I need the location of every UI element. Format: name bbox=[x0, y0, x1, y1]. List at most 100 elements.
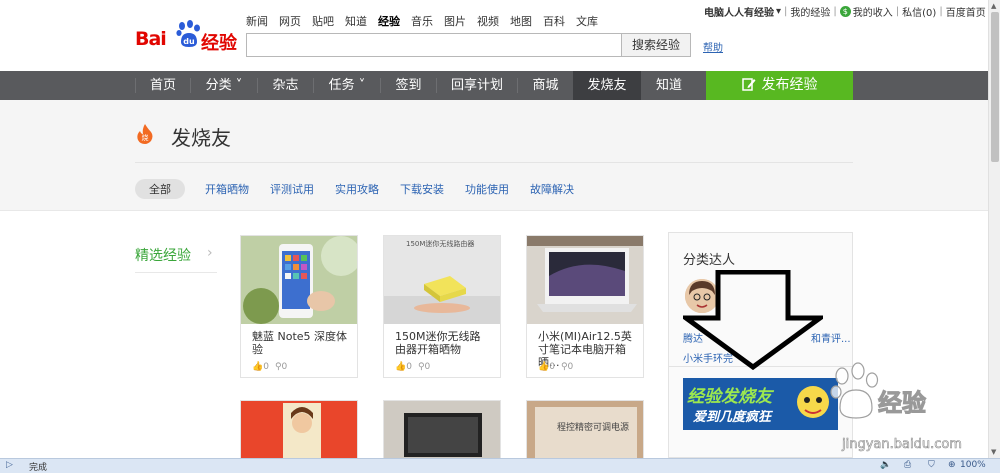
share-count: 0 bbox=[567, 362, 574, 372]
title-area: 烧 发烧友 全部 开箱晒物 评测试用 实用攻略 下载安装 功能使用 故障解决 bbox=[0, 100, 988, 211]
topnav-web[interactable]: 网页 bbox=[279, 13, 301, 29]
separator: | bbox=[833, 6, 837, 17]
card-image-caption: 程控精密可调电源 bbox=[557, 423, 630, 433]
like-icon[interactable]: 👍0 bbox=[395, 362, 412, 372]
coin-icon: $ bbox=[839, 6, 851, 17]
edit-icon bbox=[741, 78, 755, 91]
like-count: 0 bbox=[263, 362, 269, 372]
share-icon[interactable]: ⚲0 bbox=[275, 362, 287, 372]
share-icon[interactable]: ⚲0 bbox=[418, 362, 430, 372]
nav-zhidao[interactable]: 知道 bbox=[641, 71, 697, 100]
my-income-link[interactable]: 我的收入 bbox=[853, 4, 893, 19]
topnav-images[interactable]: 图片 bbox=[444, 13, 466, 29]
like-icon[interactable]: 👍0 bbox=[538, 362, 555, 372]
card-title[interactable]: 魅蓝 Note5 深度体验 bbox=[252, 330, 348, 356]
username-link[interactable]: 电脑人人有经验 bbox=[704, 4, 774, 19]
fire-icon: 烧 bbox=[137, 124, 153, 144]
zoom-icon[interactable]: ⊕ bbox=[948, 460, 956, 470]
filter-review[interactable]: 评测试用 bbox=[270, 181, 314, 197]
baidu-jingyan-logo[interactable]: Bai du 经验 bbox=[135, 20, 239, 56]
filter-all[interactable]: 全部 bbox=[135, 179, 185, 199]
topnav-jingyan[interactable]: 经验 bbox=[378, 13, 400, 29]
experience-card[interactable]: 150M迷你无线路由器 150M迷你无线路由器开箱晒物 👍0 ⚲0 bbox=[383, 235, 501, 378]
filter-unboxing[interactable]: 开箱晒物 bbox=[205, 181, 249, 197]
share-count: 0 bbox=[424, 362, 431, 372]
card-stats: 👍0 ⚲0 bbox=[395, 362, 430, 372]
nav-home[interactable]: 首页 bbox=[136, 71, 190, 100]
phone-illustration bbox=[241, 236, 357, 324]
card-image-phone bbox=[241, 236, 357, 324]
nav-enthusiast[interactable]: 发烧友 bbox=[573, 71, 641, 100]
search-button[interactable]: 搜索经验 bbox=[621, 33, 691, 57]
card-image-cartoon bbox=[241, 401, 357, 459]
logo-du: du bbox=[183, 37, 195, 46]
scroll-up-icon[interactable]: ▲ bbox=[991, 2, 996, 10]
separator: | bbox=[784, 6, 788, 17]
help-link[interactable]: 帮助 bbox=[703, 39, 723, 54]
messages-link[interactable]: 私信(0) bbox=[902, 4, 936, 19]
chevron-down-icon[interactable]: ▾ bbox=[776, 6, 781, 17]
card-image-laptop2 bbox=[384, 401, 500, 459]
zoom-level[interactable]: 100% bbox=[960, 460, 986, 470]
nav-signin[interactable]: 签到 bbox=[381, 71, 436, 100]
nav-magazine[interactable]: 杂志 bbox=[258, 71, 313, 100]
user-bar: 电脑人人有经验 ▾ | 我的经验 | $ 我的收入 | 私信(0) | 百度首页 bbox=[704, 4, 986, 19]
nav-share-plan[interactable]: 回享计划 bbox=[437, 71, 517, 100]
banner-title: 经验发烧友 bbox=[687, 387, 772, 407]
fire-glyph: 烧 bbox=[142, 133, 149, 142]
experience-card[interactable] bbox=[240, 400, 358, 460]
my-experience-link[interactable]: 我的经验 bbox=[790, 4, 830, 19]
scroll-thumb[interactable] bbox=[991, 12, 999, 162]
print-icon[interactable]: ⎙ bbox=[904, 460, 911, 470]
experience-card[interactable]: 程控精密可调电源 bbox=[526, 400, 644, 460]
topnav-video[interactable]: 视频 bbox=[477, 13, 499, 29]
experience-card[interactable] bbox=[383, 400, 501, 460]
filter-troubleshoot[interactable]: 故障解决 bbox=[530, 181, 574, 197]
nav-mall[interactable]: 商城 bbox=[518, 71, 573, 100]
scroll-down-icon[interactable]: ▼ bbox=[991, 448, 996, 456]
publish-experience-button[interactable]: 发布经验 bbox=[706, 71, 853, 100]
topnav-zhidao[interactable]: 知道 bbox=[345, 13, 367, 29]
enthusiast-banner[interactable]: 经验发烧友 爱到几度疯狂 bbox=[683, 378, 838, 430]
card-stats: 👍0 ⚲0 bbox=[252, 362, 287, 372]
chevron-right-icon[interactable]: › bbox=[207, 245, 213, 261]
topnav-baike[interactable]: 百科 bbox=[543, 13, 565, 29]
banner-subtitle: 爱到几度疯狂 bbox=[693, 410, 772, 425]
paw-icon: du bbox=[176, 20, 200, 47]
experience-card[interactable]: 小米(MI)Air12.5英寸笔记本电脑开箱晒... 👍0 ⚲0 bbox=[526, 235, 644, 378]
filter-guides[interactable]: 实用攻略 bbox=[335, 181, 379, 197]
logo-bai: Bai bbox=[135, 28, 167, 50]
baidu-home-link[interactable]: 百度首页 bbox=[946, 4, 986, 19]
vertical-scrollbar[interactable]: ▲ ▼ bbox=[988, 0, 1000, 458]
card-image-router: 150M迷你无线路由器 bbox=[384, 236, 500, 324]
nav-tasks[interactable]: 任务 ˅ bbox=[314, 71, 380, 100]
topnav-music[interactable]: 音乐 bbox=[411, 13, 433, 29]
topnav-tieba[interactable]: 贴吧 bbox=[312, 13, 334, 29]
share-icon[interactable]: ⚲0 bbox=[561, 362, 573, 372]
card-image-laptop bbox=[527, 236, 643, 324]
watermark-url: jingyan.baidu.com bbox=[842, 437, 963, 453]
status-text: 完成 bbox=[29, 463, 48, 473]
experience-card[interactable]: 魅蓝 Note5 深度体验 👍0 ⚲0 bbox=[240, 235, 358, 378]
separator: | bbox=[895, 6, 900, 17]
share-count: 0 bbox=[281, 362, 288, 372]
watermark-text: 经验 bbox=[878, 389, 927, 418]
filter-features[interactable]: 功能使用 bbox=[465, 181, 509, 197]
speaker-icon[interactable]: 🔈 bbox=[880, 460, 891, 470]
nav-categories[interactable]: 分类 ˅ bbox=[191, 71, 257, 100]
title-divider bbox=[135, 162, 853, 163]
like-count: 0 bbox=[406, 362, 412, 372]
card-image-caption: 150M迷你无线路由器 bbox=[406, 240, 475, 248]
laptop-illustration bbox=[527, 236, 643, 324]
card-title[interactable]: 150M迷你无线路由器开箱晒物 bbox=[395, 330, 491, 356]
filter-download[interactable]: 下载安装 bbox=[400, 181, 444, 197]
security-icon[interactable]: ⛉ bbox=[928, 460, 935, 470]
featured-category[interactable]: 精选经验 bbox=[135, 245, 191, 265]
search-input[interactable] bbox=[246, 33, 622, 57]
topnav-news[interactable]: 新闻 bbox=[246, 13, 268, 29]
category-divider bbox=[135, 272, 217, 273]
like-icon[interactable]: 👍0 bbox=[252, 362, 269, 372]
topnav-map[interactable]: 地图 bbox=[510, 13, 532, 29]
topnav-wenku[interactable]: 文库 bbox=[576, 13, 598, 29]
separator: | bbox=[939, 6, 943, 17]
